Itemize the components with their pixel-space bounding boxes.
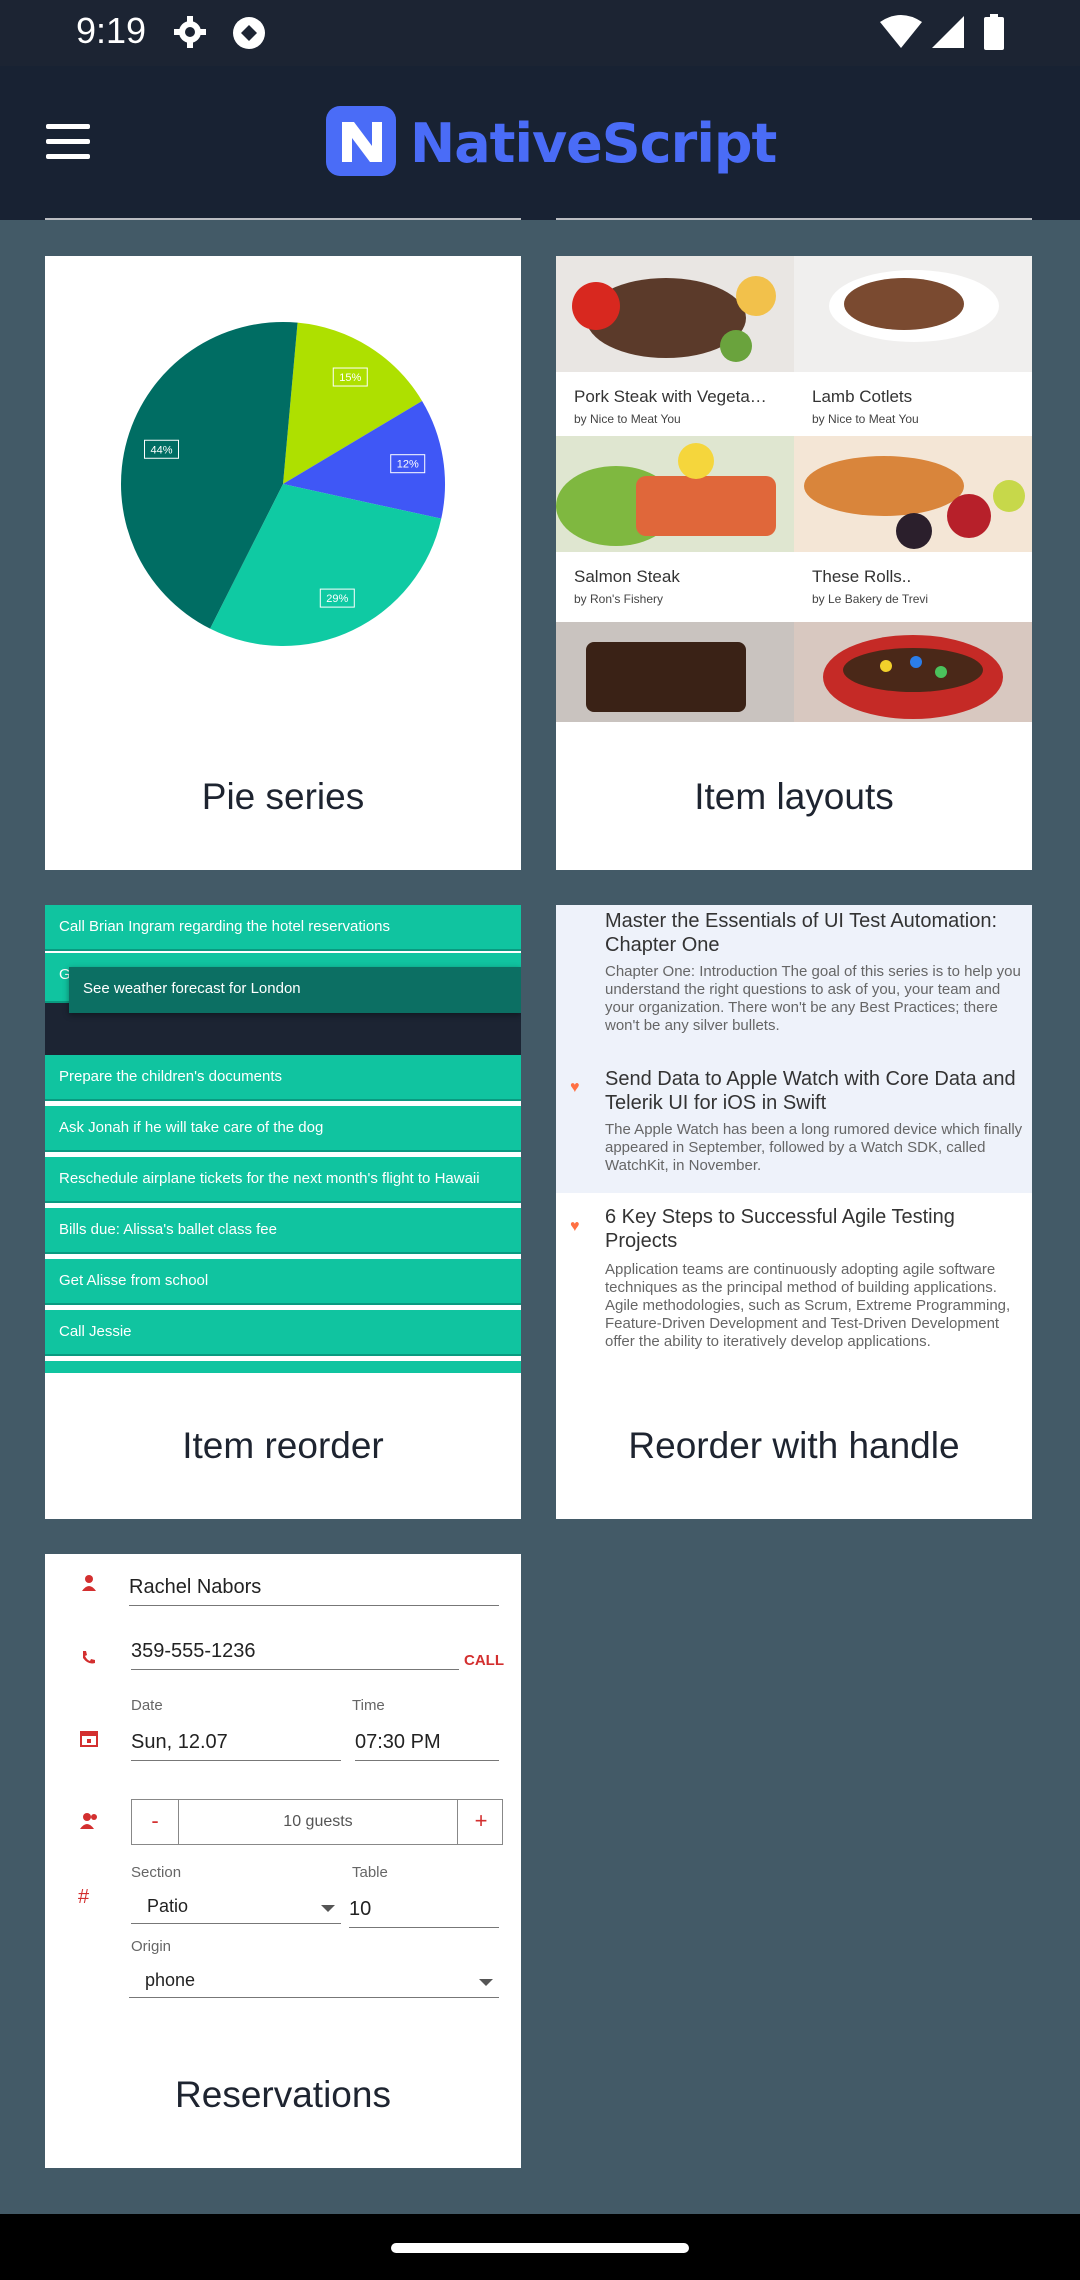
chevron-down-icon: [321, 1905, 335, 1912]
hamburger-menu-icon[interactable]: [46, 124, 90, 160]
item-subtitle: by Nice to Meat You: [812, 412, 919, 426]
wifi-icon: [880, 15, 922, 48]
list-item: Ask Jonah if he will take care of the do…: [45, 1106, 521, 1152]
list-item: Prepare the children's documents: [45, 1055, 521, 1101]
article-title: 6 Key Steps to Successful Agile Testing …: [605, 1206, 955, 1252]
list-item: Bills due: Alissa's ballet class fee: [45, 1208, 521, 1254]
home-gesture-handle[interactable]: [391, 2243, 689, 2253]
card-item-reorder[interactable]: Call Brian Ingram regarding the hotel re…: [45, 905, 521, 1519]
decrement-button[interactable]: -: [132, 1800, 178, 1844]
gear-icon: [174, 16, 206, 48]
origin-select[interactable]: phone: [129, 1970, 499, 1998]
card-label: Pie series: [201, 776, 365, 817]
list-item: These Rolls.. by Le Bakery de Trevi: [794, 436, 1032, 606]
item-subtitle: by Le Bakery de Trevi: [812, 592, 929, 606]
battery-icon: [984, 14, 1004, 50]
origin-value: phone: [145, 1970, 196, 1990]
date-caption: Date: [131, 1697, 163, 1714]
article-body: Chapter One: Introduction The goal of th…: [605, 963, 1021, 1034]
pie-chart: 15% 12% 29% 44%: [120, 322, 445, 646]
name-field[interactable]: Rachel Nabors: [129, 1576, 499, 1606]
list-item: Call Jessie: [45, 1310, 521, 1356]
table-field[interactable]: 10: [349, 1898, 499, 1928]
food-image: [794, 436, 1032, 552]
card-label: Item layouts: [694, 776, 894, 817]
heart-icon[interactable]: ♥: [570, 1219, 584, 1235]
calendar-icon: [80, 1731, 98, 1747]
dragged-list-item[interactable]: See weather forecast for London: [69, 967, 521, 1013]
card-label: Reservations: [175, 2074, 391, 2115]
pie-label: 15%: [339, 372, 361, 384]
app-title: NativeScript: [410, 112, 777, 175]
article-title: Master the Essentials of UI Test Automat…: [605, 910, 998, 956]
divider: [556, 218, 1032, 220]
pie-label: 12%: [397, 459, 419, 471]
article-title: Send Data to Apple Watch with Core Data …: [605, 1068, 1016, 1114]
card-item-layouts[interactable]: Pork Steak with Vegetables by Nice to Me…: [556, 256, 1032, 870]
food-image: [556, 256, 794, 372]
chevron-down-icon: [479, 1979, 493, 1986]
phone-field[interactable]: 359-555-1236: [131, 1640, 459, 1670]
food-image: [556, 436, 794, 552]
guests-stepper: - 10 guests +: [131, 1799, 503, 1845]
section-caption: Section: [131, 1864, 182, 1881]
item-title: These Rolls..: [812, 567, 912, 586]
list-item: Reschedule airplane tickets for the next…: [45, 1157, 521, 1203]
status-bar: 9:19: [0, 0, 1080, 66]
call-button[interactable]: CALL: [464, 1652, 504, 1669]
status-time: 9:19: [76, 10, 147, 51]
sync-icon: [233, 17, 265, 49]
nativescript-logo-icon: [326, 106, 396, 176]
list-item: [45, 1361, 521, 1373]
list-item: Call Brian Ingram regarding the hotel re…: [45, 905, 521, 951]
hash-icon: #: [78, 1886, 90, 1908]
time-caption: Time: [352, 1697, 385, 1714]
origin-caption: Origin: [131, 1938, 172, 1955]
phone-icon: [83, 1651, 95, 1664]
food-image: [556, 622, 1032, 722]
section-value: Patio: [147, 1896, 189, 1916]
signal-icon: [932, 16, 964, 48]
time-field[interactable]: 07:30 PM: [355, 1731, 499, 1761]
heart-icon[interactable]: ♥: [570, 1080, 584, 1096]
list-item: Lamb Cotlets by Nice to Meat You: [794, 256, 1032, 426]
navigation-bar: [0, 2214, 1080, 2280]
pie-label: 29%: [326, 593, 348, 605]
item-subtitle: by Nice to Meat You: [574, 412, 681, 426]
pie-label: 44%: [150, 444, 172, 456]
card-label: Reorder with handle: [628, 1425, 960, 1466]
item-title: Pork Steak with Vegetables: [574, 387, 776, 406]
guests-icon: [80, 1813, 97, 1829]
person-icon: [82, 1575, 96, 1591]
card-label: Item reorder: [182, 1425, 384, 1466]
card-pie-series[interactable]: 15% 12% 29% 44% Pie series: [45, 256, 521, 870]
table-caption: Table: [352, 1864, 388, 1881]
article-body: Application teams are continuously adopt…: [605, 1261, 1011, 1350]
list-item: Pork Steak with Vegetables by Nice to Me…: [556, 256, 794, 426]
app-bar: NativeScript: [0, 66, 1080, 220]
section-select[interactable]: Patio: [131, 1896, 341, 1924]
item-title: Salmon Steak: [574, 567, 680, 586]
divider: [45, 218, 521, 220]
list-item: Salmon Steak by Ron's Fishery: [556, 436, 794, 606]
item-title: Lamb Cotlets: [812, 387, 913, 406]
date-field[interactable]: Sun, 12.07: [131, 1731, 341, 1761]
item-subtitle: by Ron's Fishery: [574, 592, 663, 606]
card-reorder-with-handle[interactable]: Master the Essentials of UI Test Automat…: [556, 905, 1032, 1519]
article-body: The Apple Watch has been a long rumored …: [605, 1121, 1023, 1174]
increment-button[interactable]: +: [458, 1800, 504, 1844]
guests-value: 10 guests: [178, 1800, 458, 1844]
list-item: Get Alisse from school: [45, 1259, 521, 1305]
food-image: [794, 256, 1032, 372]
